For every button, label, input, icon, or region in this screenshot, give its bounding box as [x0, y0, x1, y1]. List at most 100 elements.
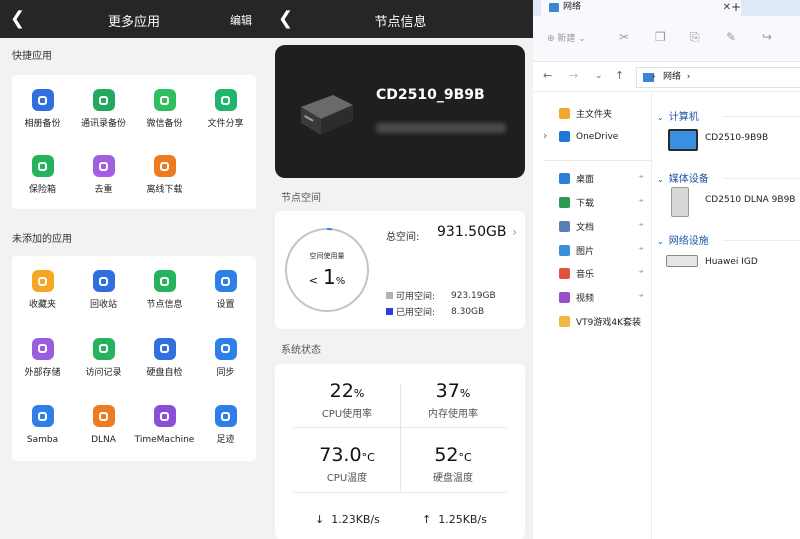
nav-item[interactable]: 图片 — [559, 244, 594, 257]
router-icon — [666, 255, 698, 267]
app-settings[interactable]: 设置 — [195, 258, 256, 322]
pin-icon[interactable]: ⌖ — [639, 244, 644, 254]
quick-apps-label: 快捷应用 — [12, 51, 52, 62]
nav-item[interactable]: 主文件夹 — [559, 107, 612, 120]
breadcrumb-network[interactable]: 网络 — [663, 72, 681, 82]
space-card[interactable]: 空间使用量 < 1% 总空间: 931.50GB › 可用空间: 923.19G… — [275, 211, 525, 329]
memory-usage-unit: % — [459, 387, 471, 400]
dlna-icon — [92, 405, 115, 428]
new-button[interactable]: ⊕ 新建 ⌄ — [547, 31, 586, 44]
nav-item-label: 桌面 — [576, 175, 595, 185]
cpu-usage-metric: 22% CPU使用率 — [297, 380, 397, 420]
chevron-right-icon[interactable]: › — [512, 225, 517, 239]
new-tab-plus-icon[interactable]: + — [731, 0, 741, 14]
plus-circle-icon: ⊕ — [547, 34, 555, 44]
app-recycle-bin[interactable]: 回收站 — [73, 258, 134, 322]
app-wechat-backup[interactable]: 微信备份 — [134, 77, 195, 141]
settings-icon — [214, 270, 237, 292]
total-space-value: 931.50GB — [437, 224, 507, 240]
app-external-storage[interactable]: 外部存储 — [12, 326, 73, 390]
app-access-log[interactable]: 访问记录 — [73, 326, 134, 390]
rename-icon[interactable]: ✎ — [726, 30, 736, 44]
favorites-icon — [31, 270, 54, 292]
network-device-item[interactable]: Huawei IGD — [705, 257, 758, 267]
copy-icon[interactable]: ❐ — [655, 30, 666, 44]
app-offline-download[interactable]: 离线下载 — [134, 143, 195, 207]
wechat-backup-icon — [153, 89, 176, 111]
app-label: 访问记录 — [85, 367, 122, 378]
nav-item[interactable]: 桌面 — [559, 172, 594, 185]
memory-usage-value: 37 — [435, 380, 460, 402]
cpu-temp-value: 73.0 — [319, 444, 362, 466]
apps-header: ❮ 更多应用 编辑 — [0, 0, 268, 38]
arrow-left-icon[interactable]: ← — [543, 69, 552, 82]
app-contacts-backup[interactable]: 通讯录备份 — [73, 77, 134, 141]
app-label: 硬盘自检 — [146, 367, 183, 378]
nav-item[interactable]: OneDrive — [559, 131, 618, 142]
cpu-temp-label: CPU温度 — [326, 473, 368, 484]
nav-item[interactable]: 音乐 — [559, 267, 594, 280]
pin-icon[interactable]: ⌖ — [639, 220, 644, 230]
app-sync[interactable]: 同步 — [195, 326, 256, 390]
pin-icon[interactable]: ⌖ — [639, 196, 644, 206]
device-name: CD2510_9B9B — [376, 87, 485, 103]
app-safe[interactable]: 保险箱 — [12, 143, 73, 207]
pin-icon[interactable]: ⌖ — [639, 267, 644, 277]
network-device-item[interactable]: CD2510 DLNA 9B9B — [705, 195, 795, 205]
node-header: ❮ 节点信息 — [268, 0, 533, 38]
app-time-machine[interactable]: TimeMachine — [134, 393, 195, 457]
close-icon[interactable]: ✕ — [723, 0, 731, 15]
usage-ring-label: 空间使用量 — [309, 252, 345, 260]
cut-icon[interactable]: ✂ — [619, 30, 629, 44]
paste-icon[interactable]: ⎘ — [690, 30, 700, 45]
pane-splitter[interactable] — [651, 94, 652, 539]
used-space-value: 8.30GB — [451, 306, 485, 317]
expand-chevron-icon[interactable]: › — [543, 129, 547, 142]
tab-title: 网络 — [563, 2, 582, 12]
upload-speed-value: 1.25KB/s — [438, 513, 487, 526]
app-dedupe[interactable]: 去重 — [73, 143, 134, 207]
app-disk-check[interactable]: 硬盘自检 — [134, 326, 195, 390]
app-samba[interactable]: Samba — [12, 393, 73, 457]
chevron-down-icon: ⌄ — [657, 175, 664, 184]
cpu-usage-value: 22 — [329, 380, 354, 402]
file-share-icon — [214, 89, 237, 111]
new-button-label: 新建 — [557, 34, 576, 44]
nav-item[interactable]: 文档 — [559, 220, 594, 233]
pin-icon[interactable]: ⌖ — [639, 172, 644, 182]
group-header[interactable]: ⌄ 计算机 — [657, 108, 699, 123]
app-photo-backup[interactable]: 相册备份 — [12, 77, 73, 141]
nav-item[interactable]: VT9游戏4K套装 — [559, 315, 641, 328]
app-label: 足迹 — [216, 435, 235, 446]
share-icon[interactable]: ↪ — [762, 30, 772, 44]
arrow-down-icon: ↓ — [315, 513, 325, 526]
memory-usage-label: 内存使用率 — [428, 409, 478, 420]
usage-ring-value: < 1% — [285, 265, 369, 289]
app-node-info[interactable]: 节点信息 — [134, 258, 195, 322]
file-explorer-window: 网络 ✕ + ⊕ 新建 ⌄ ✂ ❐ ⎘ ✎ ↪ ← → ⌄ ↑ › 网络 › 主… — [533, 0, 800, 539]
access-log-icon — [92, 337, 115, 360]
app-footprint[interactable]: 足迹 — [195, 393, 256, 457]
app-label: 去重 — [94, 185, 113, 195]
arrow-right-icon[interactable]: → — [569, 69, 578, 82]
app-file-share[interactable]: 文件分享 — [195, 77, 256, 141]
app-favorites[interactable]: 收藏夹 — [12, 258, 73, 322]
app-dlna[interactable]: DLNA — [73, 393, 134, 457]
group-title: 媒体设备 — [668, 174, 709, 185]
folder-icon — [559, 221, 570, 232]
chevron-down-icon[interactable]: ⌄ — [595, 71, 603, 81]
chevron-down-icon: ⌄ — [657, 113, 664, 122]
group-header[interactable]: ⌄ 媒体设备 — [657, 170, 709, 185]
group-header[interactable]: ⌄ 网络设施 — [657, 232, 709, 247]
nav-item[interactable]: 视频 — [559, 291, 594, 304]
arrow-up-icon: ↑ — [422, 513, 432, 526]
address-input[interactable]: › 网络 › — [636, 67, 800, 88]
network-device-item[interactable]: CD2510-9B9B — [705, 133, 768, 143]
nav-item-label: OneDrive — [576, 131, 619, 142]
edit-button[interactable]: 编辑 — [230, 12, 252, 28]
arrow-up-icon[interactable]: ↑ — [615, 69, 624, 82]
pin-icon[interactable]: ⌖ — [639, 291, 644, 301]
nav-item[interactable]: 下载 — [559, 196, 594, 209]
used-space-label: 已用空间: — [396, 308, 436, 318]
tab-network[interactable]: 网络 ✕ — [541, 0, 741, 16]
